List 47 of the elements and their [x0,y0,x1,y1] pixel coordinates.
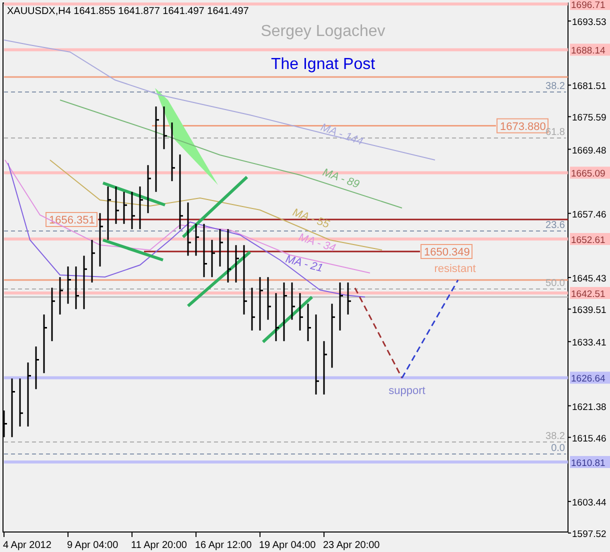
price-tag: 1688.14 [570,44,610,57]
fibonacci-label: 0.0 [551,443,565,454]
fibonacci-label: 38.2 [546,81,565,92]
author-name: Sergey Logachev [260,23,386,40]
x-axis-label: 11 Apr 20:00 [131,540,187,551]
y-axis-label: 1693.53 [572,17,606,28]
y-axis-label: 1621.38 [572,402,606,413]
price-tag: 1610.81 [570,456,610,469]
fibonacci-label: 38.2 [546,431,565,442]
moving-average-label: MA - 34 [297,231,338,255]
price-tag: 1665.09 [570,166,610,180]
trend-line [182,176,248,238]
chart-annotation: resistant [434,263,476,275]
y-axis-label: 1603.44 [572,497,606,508]
trend-line [262,296,314,344]
y-axis-label: 1681.51 [572,81,606,92]
chart-header: XAUUSDX,H4 1641.855 1641.877 1641.497 1641.497 [7,6,249,17]
y-axis-label: 1615.46 [572,433,606,444]
y-axis-label: 1597.52 [572,529,606,540]
x-axis-label: 23 Apr 20:00 [323,540,380,551]
price-tag: 1652.61 [570,233,610,246]
trend-line [102,182,166,206]
price-tag: 1642.51 [570,287,610,300]
trend-line [102,238,164,262]
moving-average-label: MA - 89 [320,166,361,191]
price-tag: 1626.64 [570,372,610,385]
chart-annotation: support [388,385,426,397]
fibonacci-label: 61.8 [546,127,565,138]
y-axis-label: 1675.59 [572,112,606,124]
y-axis-label: 1639.51 [572,305,606,316]
moving-average-label: MA - 21 [284,253,324,275]
y-axis-label: 1657.46 [572,209,606,220]
chart-title: The Ignat Post [270,56,376,73]
y-axis-label: 1633.41 [572,338,606,349]
x-axis-label: 9 Apr 04:00 [67,540,118,551]
fibonacci-label: 50.0 [546,278,565,289]
x-axis-label: 16 Apr 12:00 [195,540,252,551]
price-tag: 1696.71 [570,0,610,11]
price-label: 1656.351 [46,212,98,227]
x-axis-label: 19 Apr 04:00 [259,540,316,551]
y-axis-label: 1669.48 [572,145,606,156]
trend-line [187,250,251,308]
price-label: 1650.349 [420,244,472,259]
x-axis-label: 4 Apr 2012 [3,540,52,551]
fibonacci-label: 23.6 [546,220,565,231]
y-axis-label: 1645.43 [572,274,606,285]
moving-average-label: MA - 55 [290,206,331,231]
